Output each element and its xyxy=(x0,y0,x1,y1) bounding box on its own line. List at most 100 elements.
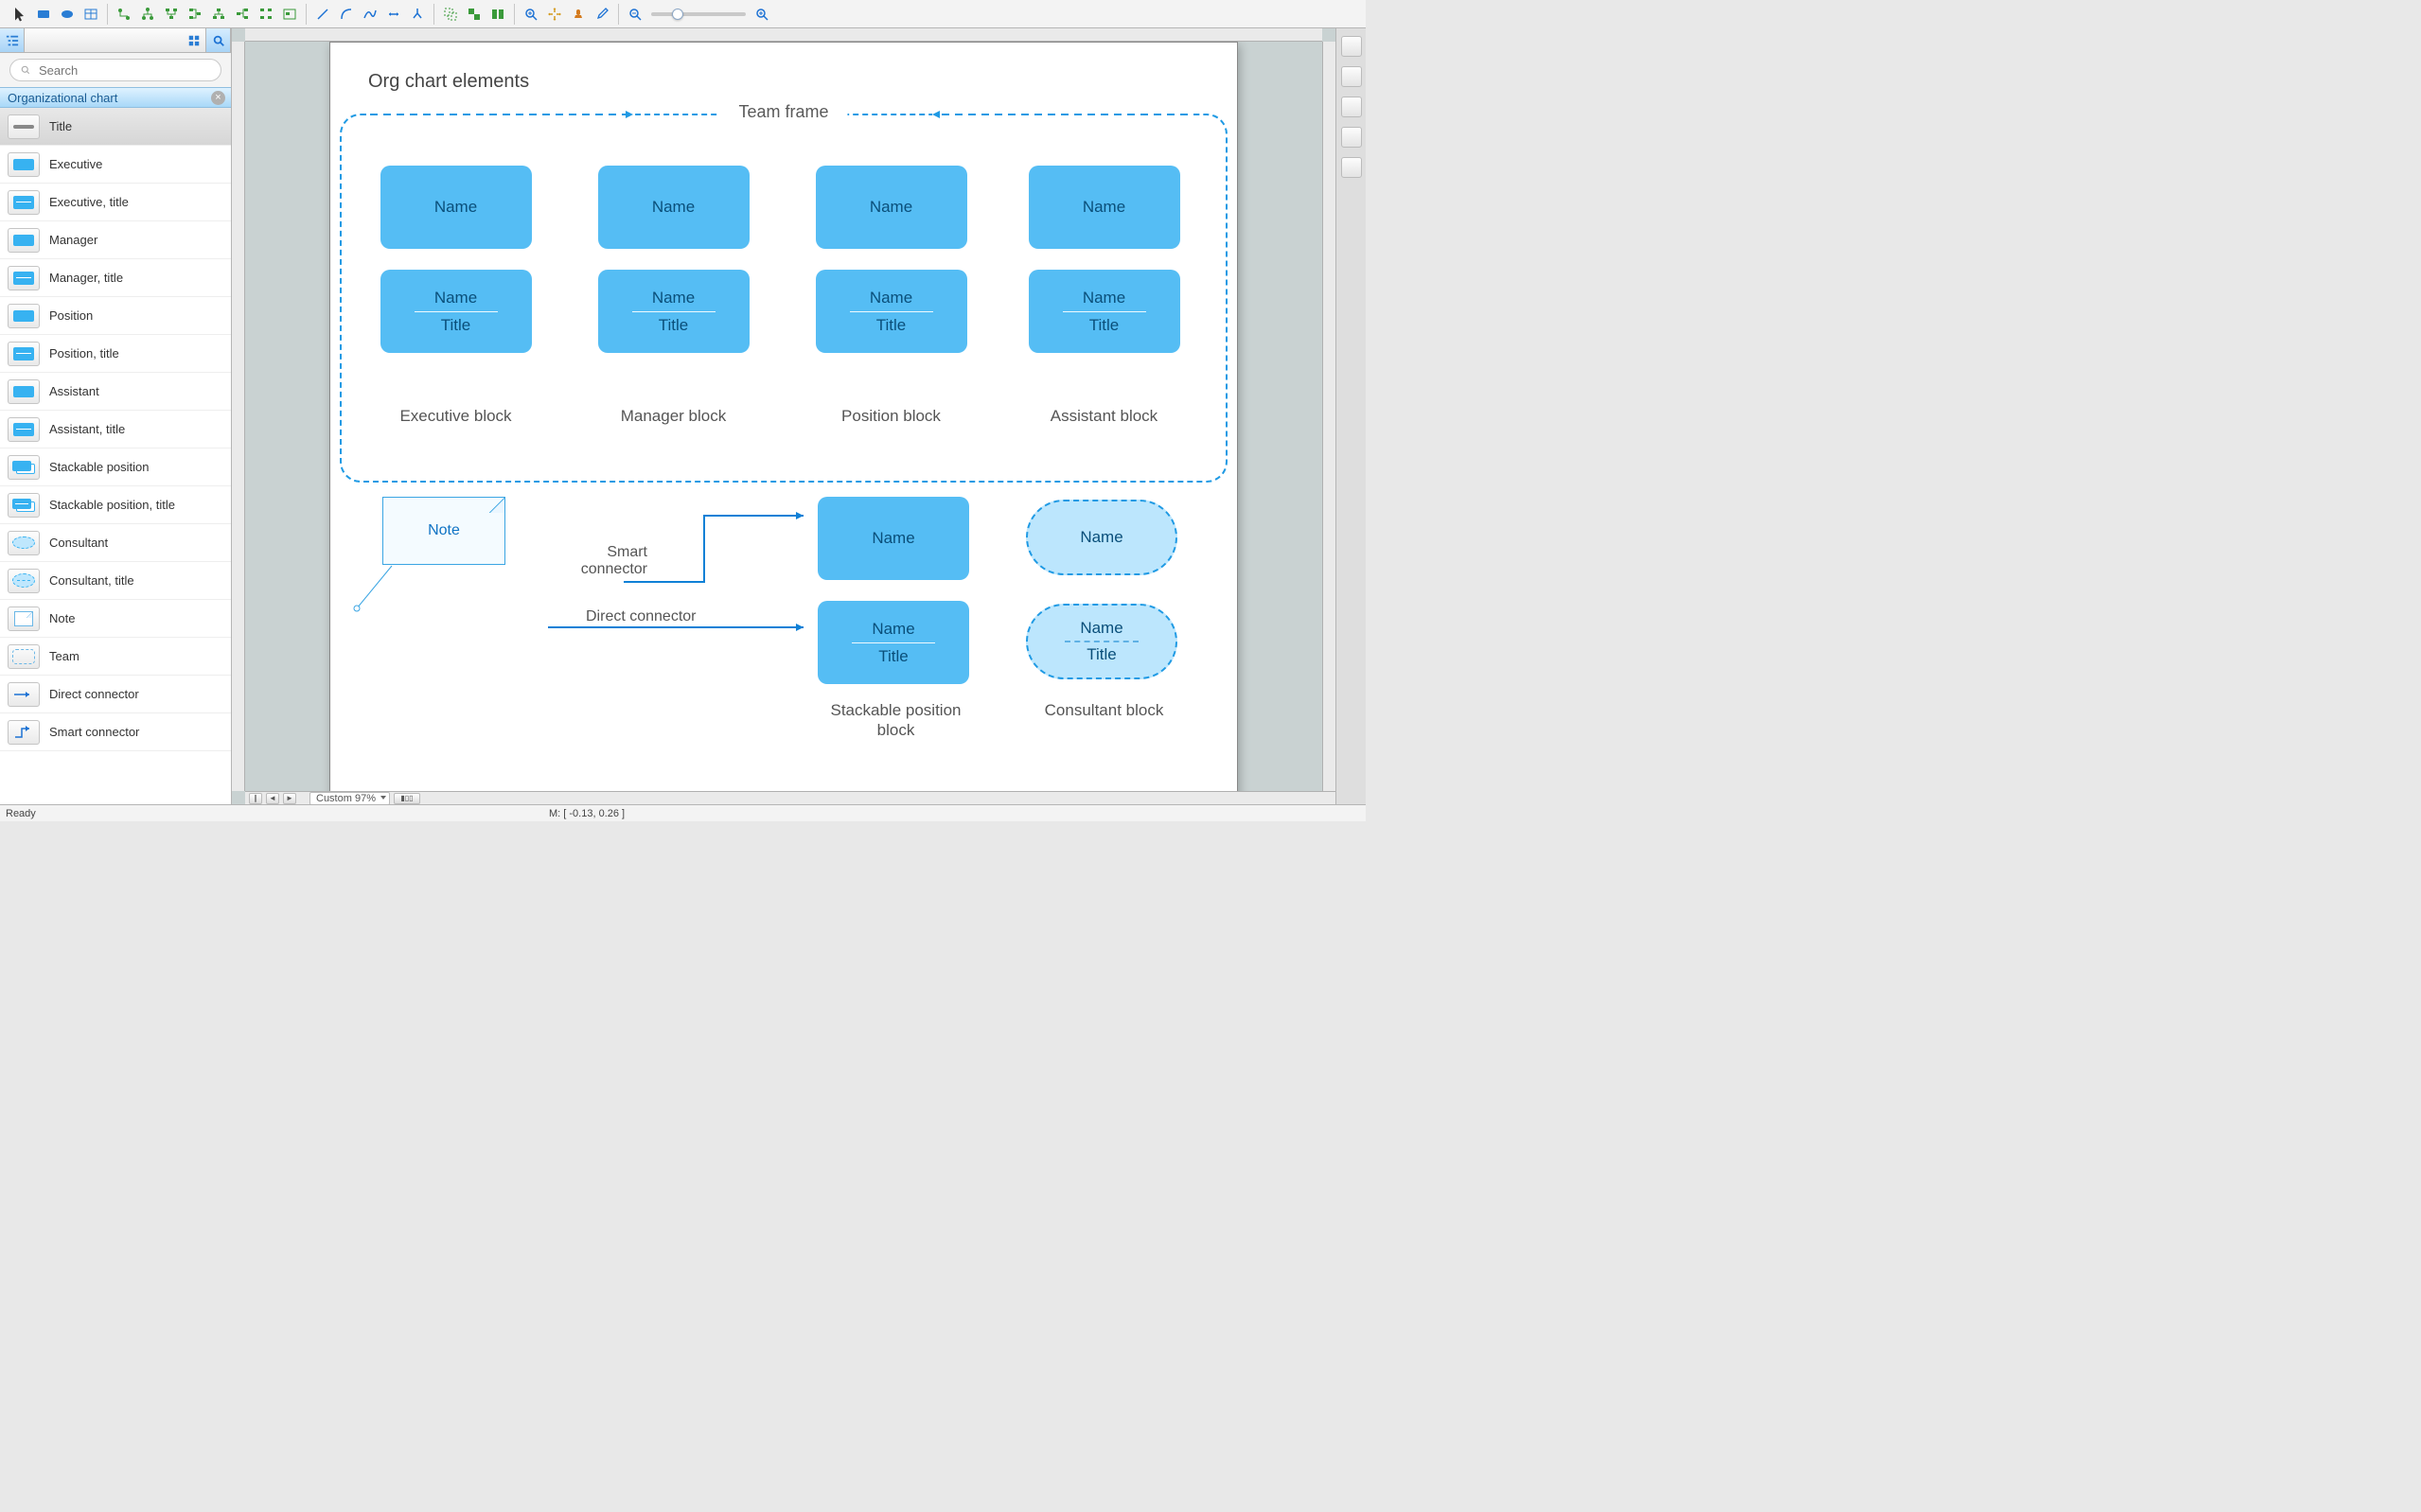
shape-item[interactable]: Manager, title xyxy=(0,259,231,297)
double-arrow-tool[interactable] xyxy=(383,5,404,24)
shape-thumb xyxy=(8,379,40,404)
grid-tab[interactable] xyxy=(182,28,206,52)
spline-tool[interactable] xyxy=(360,5,380,24)
right-panel-btn-5[interactable] xyxy=(1341,157,1362,178)
page[interactable]: Org chart elements Team frame Name NameT… xyxy=(329,42,1238,791)
shape-thumb xyxy=(8,607,40,631)
shape-item[interactable]: Assistant xyxy=(0,373,231,411)
page-title: Org chart elements xyxy=(368,71,529,93)
vertical-scrollbar[interactable] xyxy=(1322,42,1335,791)
manager-title-block[interactable]: NameTitle xyxy=(598,270,750,353)
workspace: Org chart elements Team frame Name NameT… xyxy=(232,28,1335,804)
right-panel-btn-1[interactable] xyxy=(1341,36,1362,57)
outline-tab[interactable] xyxy=(0,28,25,52)
tree-tool-5[interactable] xyxy=(208,5,229,24)
shapes-panel: Organizational chart × Title Executive Exe… xyxy=(0,28,232,804)
shape-item[interactable]: Manager xyxy=(0,221,231,259)
col-label-3: Position block xyxy=(808,407,974,426)
shape-thumb xyxy=(8,152,40,177)
shape-label: Executive xyxy=(49,157,102,171)
shape-item[interactable]: Stackable position, title xyxy=(0,486,231,524)
table-tool[interactable] xyxy=(80,5,101,24)
line-tool[interactable] xyxy=(312,5,333,24)
shape-item[interactable]: Position xyxy=(0,297,231,335)
col-label-2: Manager block xyxy=(591,407,756,426)
prev-page-icon[interactable]: ◄ xyxy=(266,793,279,804)
ungroup-tool[interactable] xyxy=(464,5,485,24)
shape-item[interactable]: Executive xyxy=(0,146,231,184)
stamp-tool[interactable] xyxy=(568,5,589,24)
stackable-title-block[interactable]: NameTitle xyxy=(818,601,969,684)
stackable-label: Stackable position block xyxy=(813,700,979,741)
pan-tool[interactable] xyxy=(544,5,565,24)
eyedropper-tool[interactable] xyxy=(592,5,612,24)
next-page-icon[interactable]: ► xyxy=(283,793,296,804)
shape-label: Position, title xyxy=(49,346,119,360)
assistant-title-block[interactable]: NameTitle xyxy=(1029,270,1180,353)
shape-item[interactable]: Direct connector xyxy=(0,676,231,713)
search-input[interactable] xyxy=(37,62,211,79)
zoom-slider[interactable] xyxy=(619,5,778,24)
zoom-in2-icon[interactable] xyxy=(751,5,772,24)
arc-tool[interactable] xyxy=(336,5,357,24)
shape-item[interactable]: Assistant, title xyxy=(0,411,231,448)
shape-label: Direct connector xyxy=(49,687,139,701)
shape-item[interactable]: Executive, title xyxy=(0,184,231,221)
group-tool[interactable] xyxy=(440,5,461,24)
select-tool[interactable] xyxy=(9,5,30,24)
shape-item[interactable]: Title xyxy=(0,108,231,146)
shape-item[interactable]: Position, title xyxy=(0,335,231,373)
right-panel-btn-2[interactable] xyxy=(1341,66,1362,87)
search-tab[interactable] xyxy=(206,28,231,52)
smart-connector[interactable] xyxy=(619,506,818,591)
zoom-in-icon[interactable] xyxy=(521,5,541,24)
executive-title-block[interactable]: NameTitle xyxy=(380,270,532,353)
tree-tool-3[interactable] xyxy=(161,5,182,24)
tree-tool-4[interactable] xyxy=(185,5,205,24)
canvas[interactable]: Org chart elements Team frame Name NameT… xyxy=(245,42,1322,791)
shape-label: Stackable position xyxy=(49,460,150,474)
pause-icon[interactable]: ∥ xyxy=(249,793,262,804)
shape-item[interactable]: Consultant, title xyxy=(0,562,231,600)
shape-item[interactable]: Note xyxy=(0,600,231,638)
shape-item[interactable]: Smart connector xyxy=(0,713,231,751)
shape-item[interactable]: Consultant xyxy=(0,524,231,562)
zoom-out-icon[interactable] xyxy=(625,5,645,24)
ruler-vertical[interactable] xyxy=(232,42,245,791)
position-name-block[interactable]: Name xyxy=(816,166,967,249)
shape-label: Team xyxy=(49,649,80,663)
section-header[interactable]: Organizational chart × xyxy=(0,87,231,108)
shape-thumb xyxy=(8,531,40,555)
bottom-bar: ∥ ◄ ► Custom 97% ▮▯▯ xyxy=(245,791,1335,804)
view-mode-icon[interactable]: ▮▯▯ xyxy=(394,793,420,804)
zoom-track[interactable] xyxy=(651,12,746,16)
align-tool[interactable] xyxy=(487,5,508,24)
consultant-title-block[interactable]: NameTitle xyxy=(1026,604,1177,679)
tree-tool-8[interactable] xyxy=(279,5,300,24)
tree-tool-1[interactable] xyxy=(114,5,134,24)
shape-item[interactable]: Stackable position xyxy=(0,448,231,486)
shape-thumb xyxy=(8,569,40,593)
ellipse-tool[interactable] xyxy=(57,5,78,24)
tree-tool-2[interactable] xyxy=(137,5,158,24)
tree-tool-6[interactable] xyxy=(232,5,253,24)
shape-label: Assistant, title xyxy=(49,422,125,436)
executive-name-block[interactable]: Name xyxy=(380,166,532,249)
ruler-horizontal[interactable] xyxy=(245,28,1322,42)
assistant-name-block[interactable]: Name xyxy=(1029,166,1180,249)
section-close-icon[interactable]: × xyxy=(211,91,225,105)
zoom-readout[interactable]: Custom 97% xyxy=(309,792,390,805)
consultant-name-block[interactable]: Name xyxy=(1026,500,1177,575)
position-title-block[interactable]: NameTitle xyxy=(816,270,967,353)
shape-label: Manager, title xyxy=(49,271,123,285)
search-box xyxy=(0,53,231,87)
manager-name-block[interactable]: Name xyxy=(598,166,750,249)
tree-tool-7[interactable] xyxy=(256,5,276,24)
right-panel-btn-3[interactable] xyxy=(1341,97,1362,117)
note-shape[interactable]: Note xyxy=(382,497,505,565)
rect-tool[interactable] xyxy=(33,5,54,24)
stackable-name-block[interactable]: Name xyxy=(818,497,969,580)
shape-item[interactable]: Team xyxy=(0,638,231,676)
branch-tool[interactable] xyxy=(407,5,428,24)
right-panel-btn-4[interactable] xyxy=(1341,127,1362,148)
